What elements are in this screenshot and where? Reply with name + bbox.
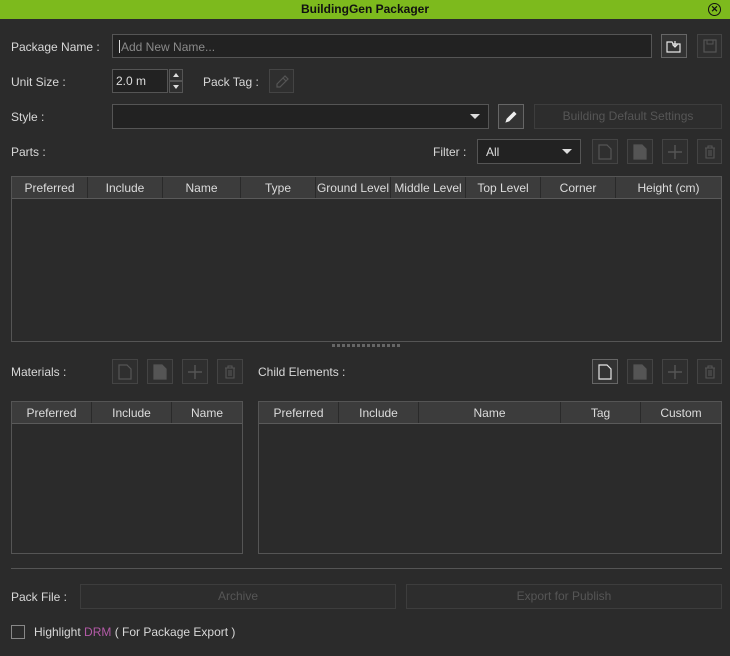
section-divider xyxy=(11,568,722,569)
trash-icon xyxy=(704,144,715,159)
package-name-label: Package Name : xyxy=(11,40,100,54)
unit-size-stepper[interactable]: 2.0 m xyxy=(112,69,183,93)
unit-size-value[interactable]: 2.0 m xyxy=(112,69,168,93)
edit-style-button[interactable] xyxy=(498,104,524,129)
column-header[interactable]: Corner xyxy=(541,177,616,198)
child-elements-delete-button[interactable] xyxy=(697,359,722,384)
archive-label: Archive xyxy=(217,589,258,603)
splitter-handle[interactable] xyxy=(332,344,400,347)
building-default-settings-button[interactable]: Building Default Settings xyxy=(534,104,722,129)
plus-icon xyxy=(668,364,682,379)
parts-table-header: Preferred Include Name Type Ground Level… xyxy=(12,177,721,199)
parts-new-button[interactable] xyxy=(592,139,618,164)
highlight-suffix: ( For Package Export ) xyxy=(111,625,236,639)
materials-table-header: Preferred Include Name xyxy=(12,402,242,424)
package-name-input[interactable]: Add New Name... xyxy=(112,34,652,58)
document-filled-icon xyxy=(633,363,647,380)
column-header[interactable]: Top Level xyxy=(466,177,541,198)
unit-size-label: Unit Size : xyxy=(11,75,66,89)
trash-icon xyxy=(704,364,715,379)
column-header[interactable]: Preferred xyxy=(12,402,92,423)
child-elements-duplicate-button[interactable] xyxy=(627,359,653,384)
save-package-button[interactable] xyxy=(697,34,722,58)
child-elements-new-button[interactable] xyxy=(592,359,618,384)
highlight-drm-checkbox[interactable] xyxy=(11,625,25,639)
column-header[interactable]: Preferred xyxy=(259,402,339,423)
highlight-drm-label: Highlight DRM ( For Package Export ) xyxy=(34,625,235,639)
archive-button[interactable]: Archive xyxy=(80,584,396,609)
column-header[interactable]: Name xyxy=(419,402,561,423)
trash-icon xyxy=(225,364,235,379)
document-filled-icon xyxy=(633,143,647,160)
document-filled-icon xyxy=(153,363,167,380)
building-default-settings-label: Building Default Settings xyxy=(562,109,694,123)
child-elements-table-header: Preferred Include Name Tag Custom xyxy=(259,402,721,424)
materials-duplicate-button[interactable] xyxy=(147,359,173,384)
materials-table[interactable]: Preferred Include Name xyxy=(11,401,243,554)
column-header[interactable]: Name xyxy=(163,177,241,198)
style-dropdown[interactable] xyxy=(112,104,489,129)
column-header[interactable]: Include xyxy=(339,402,419,423)
materials-label: Materials : xyxy=(11,365,67,379)
column-header[interactable]: Ground Level xyxy=(316,177,391,198)
pencil-icon xyxy=(505,110,517,123)
parts-label: Parts : xyxy=(11,145,46,159)
new-document-icon xyxy=(598,143,612,160)
chevron-down-icon xyxy=(470,114,480,119)
package-name-placeholder: Add New Name... xyxy=(121,40,216,54)
column-header[interactable]: Height (cm) xyxy=(616,177,721,198)
export-for-publish-button[interactable]: Export for Publish xyxy=(406,584,722,609)
stepper-up-icon[interactable] xyxy=(169,69,183,81)
new-document-icon xyxy=(118,363,132,380)
pack-tag-button[interactable] xyxy=(269,69,294,93)
materials-add-button[interactable] xyxy=(182,359,208,384)
parts-add-button[interactable] xyxy=(662,139,688,164)
load-package-button[interactable] xyxy=(661,34,687,58)
window-title: BuildingGen Packager xyxy=(300,2,430,16)
stepper-down-icon[interactable] xyxy=(169,81,183,93)
column-header[interactable]: Type xyxy=(241,177,316,198)
chevron-down-icon xyxy=(562,149,572,154)
export-for-publish-label: Export for Publish xyxy=(516,589,612,603)
plus-icon xyxy=(668,144,682,159)
parts-duplicate-button[interactable] xyxy=(627,139,653,164)
parts-delete-button[interactable] xyxy=(697,139,722,164)
filter-label: Filter : xyxy=(433,145,467,159)
child-elements-add-button[interactable] xyxy=(662,359,688,384)
close-icon[interactable]: ✕ xyxy=(708,3,721,16)
child-elements-table[interactable]: Preferred Include Name Tag Custom xyxy=(258,401,722,554)
eraser-icon xyxy=(275,75,289,88)
pack-file-label: Pack File : xyxy=(11,590,68,604)
materials-delete-button[interactable] xyxy=(217,359,243,384)
style-label: Style : xyxy=(11,110,45,124)
new-document-icon xyxy=(598,363,612,380)
plus-icon xyxy=(188,364,202,379)
text-cursor xyxy=(119,40,120,53)
folder-open-icon xyxy=(666,41,681,53)
pack-tag-label: Pack Tag : xyxy=(203,75,259,89)
child-elements-label: Child Elements : xyxy=(258,365,346,379)
column-header[interactable]: Custom xyxy=(641,402,721,423)
filter-dropdown[interactable]: All xyxy=(477,139,581,164)
window-title-bar: BuildingGen Packager xyxy=(0,0,730,19)
column-header[interactable]: Tag xyxy=(561,402,641,423)
column-header[interactable]: Include xyxy=(92,402,172,423)
highlight-prefix: Highlight xyxy=(34,625,85,639)
parts-table[interactable]: Preferred Include Name Type Ground Level… xyxy=(11,176,722,342)
column-header[interactable]: Middle Level xyxy=(391,177,466,198)
column-header[interactable]: Include xyxy=(88,177,163,198)
drm-text: DRM xyxy=(84,625,112,639)
column-header[interactable]: Name xyxy=(172,402,242,423)
filter-selected-value: All xyxy=(486,145,500,159)
materials-new-button[interactable] xyxy=(112,359,138,384)
save-icon xyxy=(702,39,717,53)
column-header[interactable]: Preferred xyxy=(12,177,88,198)
